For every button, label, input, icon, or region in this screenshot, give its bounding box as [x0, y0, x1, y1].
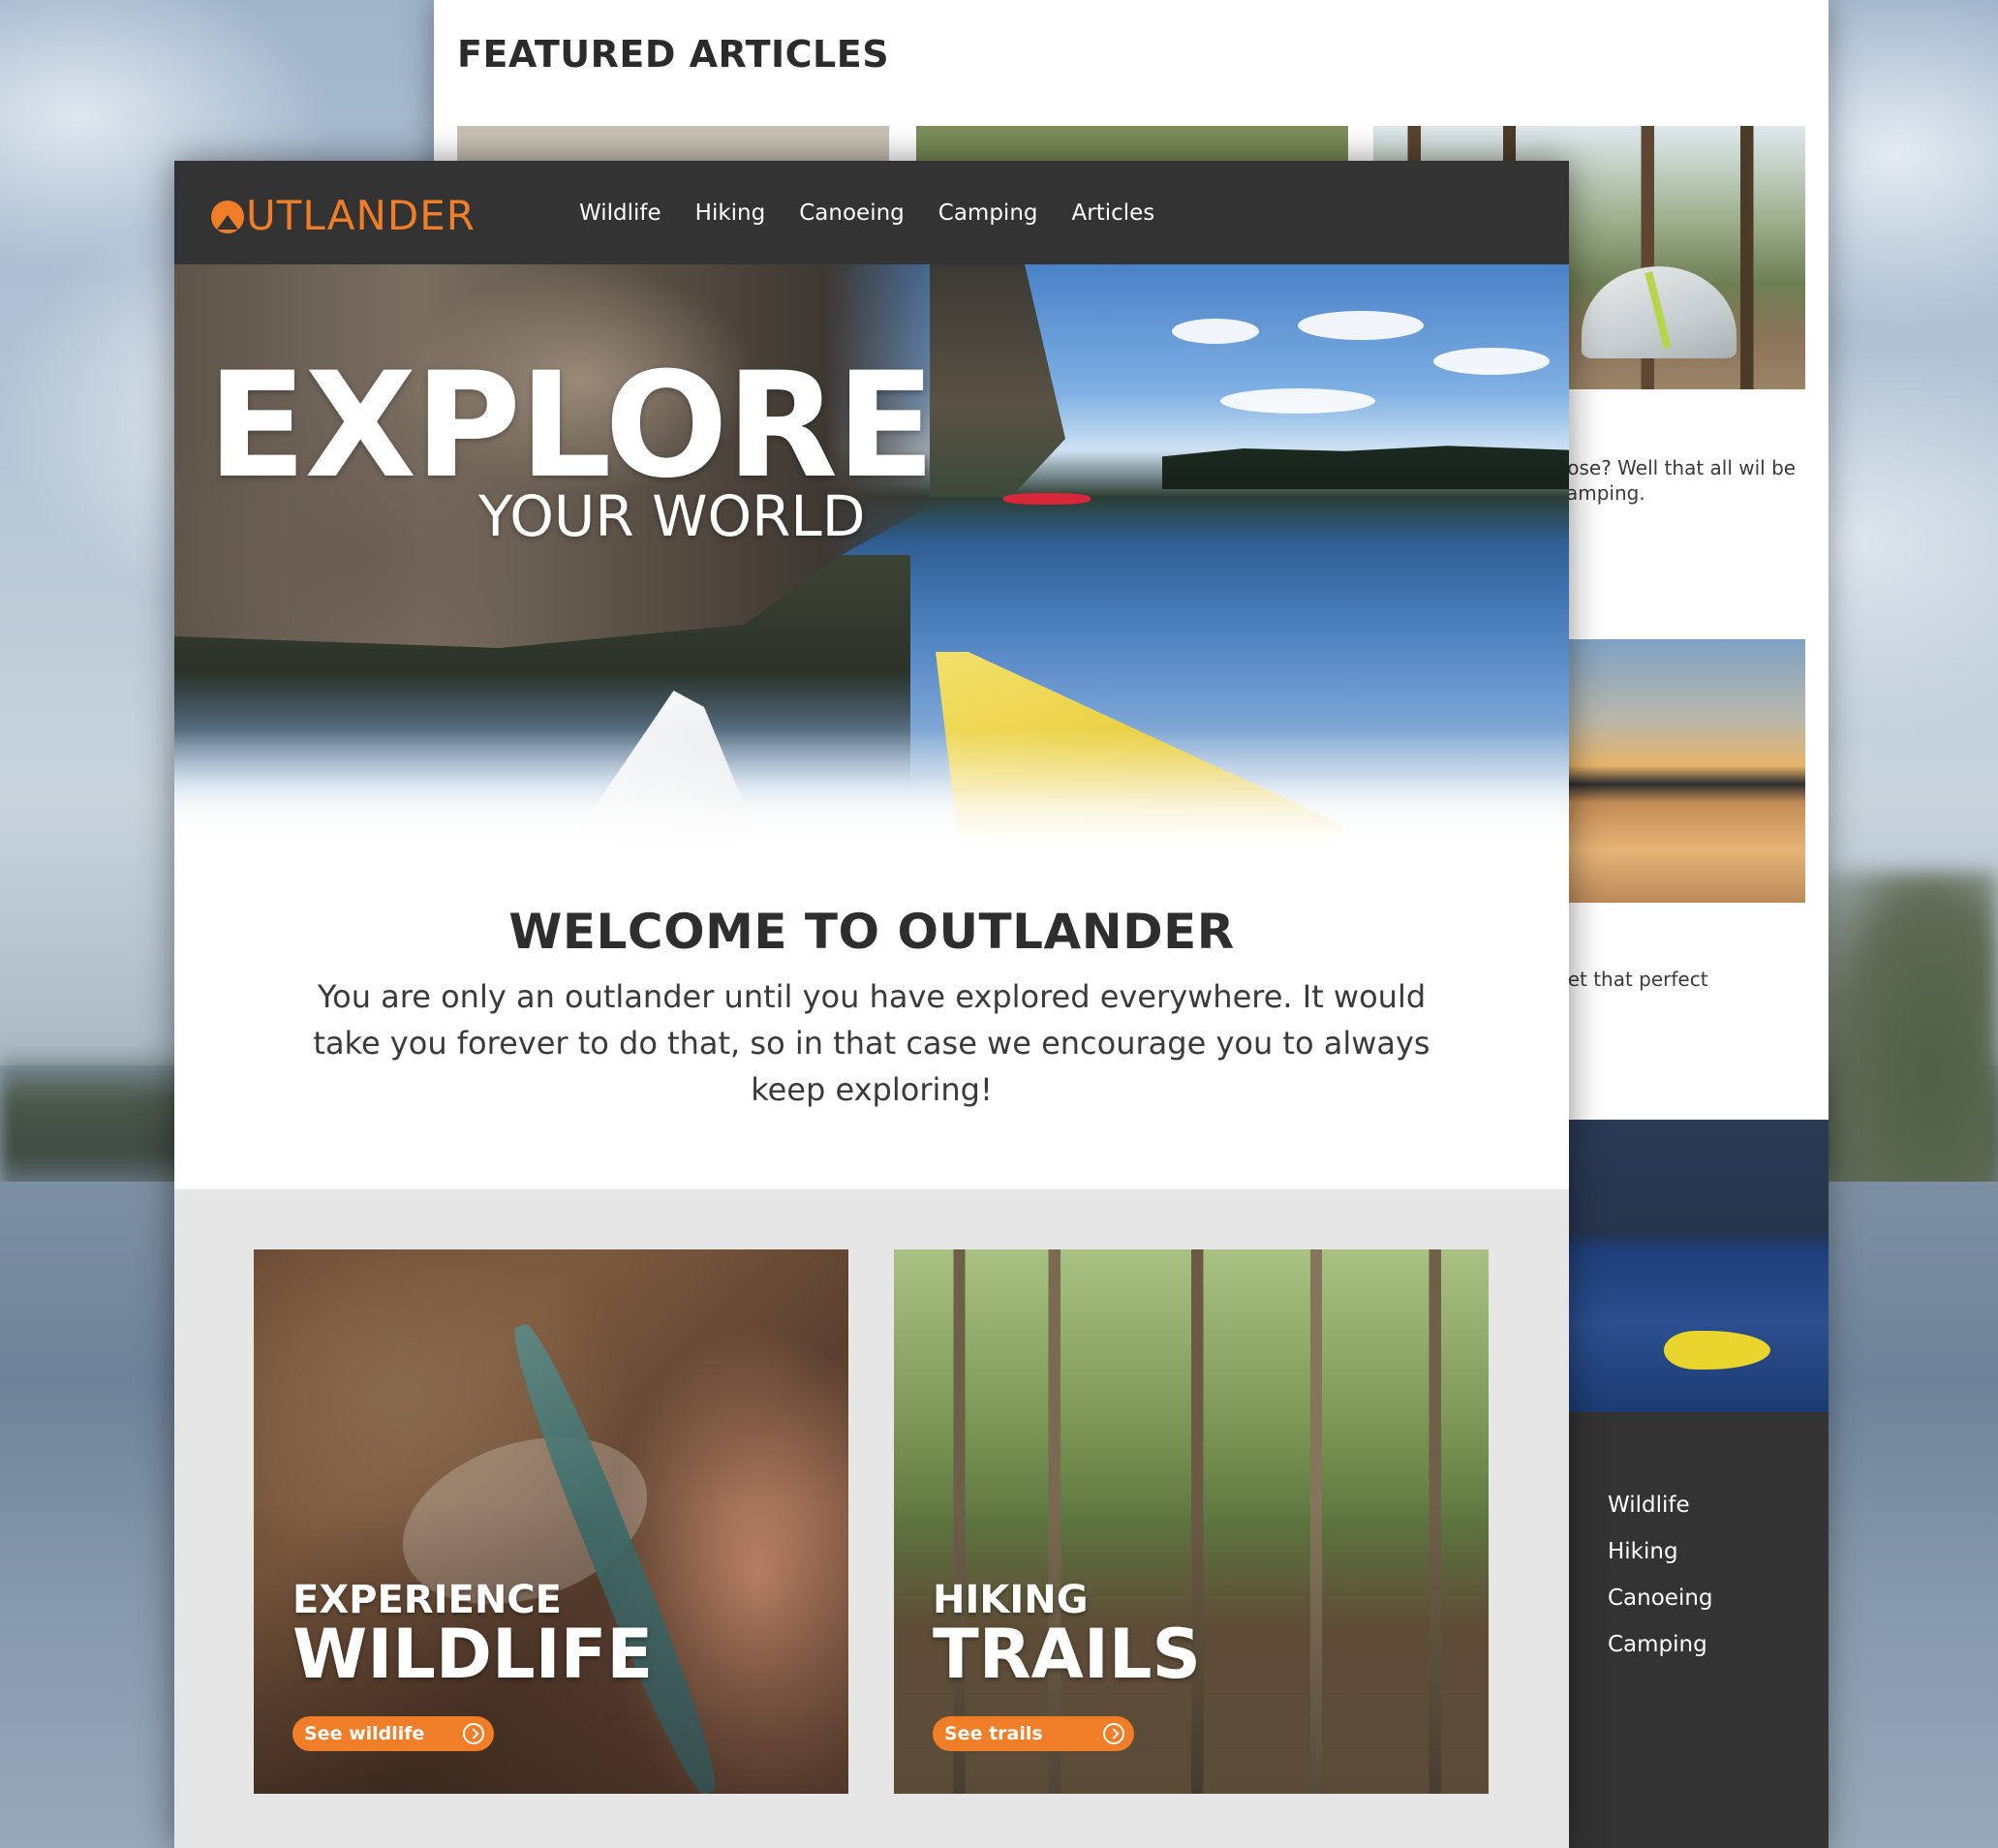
trails-card[interactable]: HIKING TRAILS See trails [894, 1249, 1489, 1794]
featured-articles-title: FEATURED ARTICLES [457, 33, 890, 76]
nav-link-wildlife[interactable]: Wildlife [579, 200, 661, 226]
cloud [1298, 311, 1424, 340]
article-snippet: oose? Well that all wil be camping. [1555, 456, 1797, 505]
footer-link-canoeing[interactable]: Canoeing [1608, 1575, 1713, 1621]
cloud [1220, 388, 1375, 414]
mountain-o-logo-icon [211, 200, 244, 233]
card-title: WILDLIFE [292, 1615, 654, 1694]
logo[interactable]: UTLANDER [211, 192, 476, 239]
footer-link-camping[interactable]: Camping [1608, 1621, 1713, 1668]
kayak-image [1664, 1331, 1770, 1370]
arrow-right-circle-icon [1103, 1723, 1124, 1744]
article-snippet: get that perfect [1555, 968, 1708, 991]
hero-fade [174, 729, 1569, 846]
see-trails-button[interactable]: See trails [933, 1716, 1134, 1751]
cloud [1433, 348, 1550, 375]
card-title: TRAILS [933, 1615, 1201, 1694]
hero-cliff-far [930, 264, 1065, 497]
front-page: UTLANDER Wildlife Hiking Canoeing Campin… [174, 161, 1569, 1848]
see-wildlife-button[interactable]: See wildlife [292, 1716, 494, 1751]
wildlife-card[interactable]: EXPERIENCE WILDLIFE See wildlife [254, 1249, 848, 1794]
button-label: See wildlife [304, 1723, 425, 1744]
red-canoe-image [1003, 493, 1091, 505]
welcome-heading: WELCOME TO OUTLANDER [508, 904, 1235, 960]
arrow-right-circle-icon [463, 1723, 484, 1744]
nav-link-canoeing[interactable]: Canoeing [799, 200, 905, 226]
cloud [1172, 319, 1259, 344]
welcome-text: You are only an outlander until you have… [313, 978, 1430, 1108]
nav-link-articles[interactable]: Articles [1072, 200, 1155, 226]
hero-treeline [1162, 446, 1569, 489]
main-nav: Wildlife Hiking Canoeing Camping Article… [579, 161, 1188, 264]
navbar: UTLANDER Wildlife Hiking Canoeing Campin… [174, 161, 1569, 264]
logo-text: UTLANDER [246, 192, 476, 239]
footer-links: Wildlife Hiking Canoeing Camping [1608, 1482, 1713, 1668]
hero-title: EXPLORE [207, 342, 936, 510]
nav-link-hiking[interactable]: Hiking [695, 200, 766, 226]
hero-banner: EXPLORE YOUR WORLD [174, 264, 1569, 846]
button-label: See trails [944, 1723, 1043, 1744]
hero-subtitle: YOUR WORLD [478, 483, 866, 549]
footer-link-wildlife[interactable]: Wildlife [1608, 1482, 1713, 1528]
footer-link-hiking[interactable]: Hiking [1608, 1528, 1713, 1575]
category-cards-section: EXPERIENCE WILDLIFE See wildlife HIKING … [174, 1189, 1569, 1848]
nav-link-camping[interactable]: Camping [938, 200, 1038, 226]
welcome-section: WELCOME TO OUTLANDER You are only an out… [174, 904, 1569, 1113]
